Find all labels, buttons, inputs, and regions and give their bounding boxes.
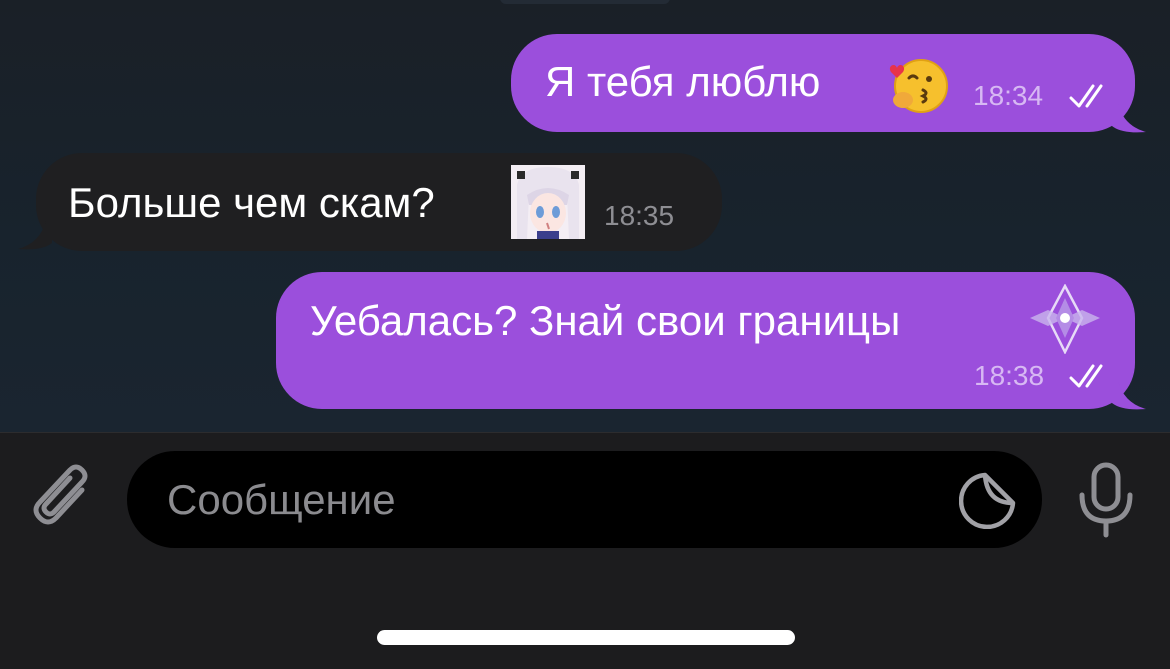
microphone-icon[interactable] xyxy=(1076,461,1136,539)
bubble-tail xyxy=(18,221,52,250)
previous-message-edge xyxy=(500,0,670,4)
message-bubble-outgoing[interactable]: Уебалась? Знай свои границы 18:38 xyxy=(276,272,1135,409)
message-time: 18:35 xyxy=(604,200,675,231)
message-input[interactable]: Сообщение xyxy=(127,451,1042,548)
message-bubble-outgoing[interactable]: Я тебя люблю 18:34 xyxy=(511,34,1135,132)
message-text: Я тебя люблю xyxy=(545,58,821,105)
message-input-placeholder: Сообщение xyxy=(167,476,396,523)
anime-girl-custom-emoji xyxy=(511,165,585,239)
paperclip-icon[interactable] xyxy=(30,462,98,534)
message-time: 18:38 xyxy=(974,360,1045,391)
chat-screen: Я тебя люблю 18:34 Больше чем скам? 18:3… xyxy=(0,0,1170,669)
bubble-tail xyxy=(1112,104,1146,133)
message-text: Больше чем скам? xyxy=(68,179,435,226)
sticker-icon[interactable] xyxy=(959,471,1017,529)
kissing-face-emoji xyxy=(889,59,948,113)
bubble-tail xyxy=(1112,381,1146,410)
message-list[interactable]: Я тебя люблю 18:34 Больше чем скам? 18:3… xyxy=(0,0,1170,432)
double-check-icon xyxy=(1069,364,1103,388)
crystal-custom-emoji xyxy=(1030,284,1100,354)
double-check-icon xyxy=(1069,84,1103,108)
message-text: Уебалась? Знай свои границы xyxy=(310,297,901,344)
home-indicator[interactable] xyxy=(377,630,795,645)
message-bubble-incoming[interactable]: Больше чем скам? 18:35 xyxy=(36,153,722,251)
message-time: 18:34 xyxy=(973,80,1044,111)
